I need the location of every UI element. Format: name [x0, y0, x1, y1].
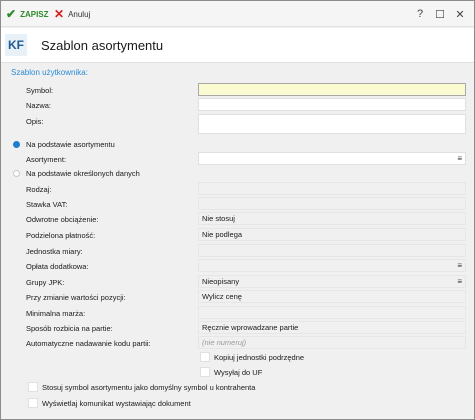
nazwa-input[interactable]	[198, 98, 466, 111]
opis-label: Opis:	[26, 117, 44, 126]
odwrotne-label: Odwrotne obciążenie:	[26, 215, 99, 224]
marza-field[interactable]	[198, 306, 466, 319]
list-icon[interactable]: ≡	[457, 260, 462, 271]
x-icon: ✕	[54, 7, 65, 21]
jednostka-label: Jednostka miary:	[26, 247, 83, 256]
jednostka-field[interactable]	[198, 244, 466, 257]
kod-partii-placeholder: (nie numeruj)	[202, 338, 247, 347]
save-button[interactable]: ✔ ZAPISZ	[6, 7, 49, 21]
stawka-vat-field[interactable]	[198, 197, 466, 210]
save-button-label: ZAPISZ	[20, 9, 49, 19]
kod-partii-label: Automatyczne nadawanie kodu partii:	[26, 339, 151, 348]
maximize-icon[interactable]: ☐	[433, 7, 447, 21]
marza-label: Minimalna marża:	[26, 309, 86, 318]
form-content: Szablon użytkownika: Symbol: Nazwa: Opis…	[1, 63, 474, 420]
wysylaj-label: Wysyłaj do UF	[214, 368, 263, 377]
grupy-jpk-label: Grupy JPK:	[26, 278, 65, 287]
cancel-button-label: Anuluj	[68, 9, 91, 19]
toolbar: ✔ ZAPISZ ✕ Anuluj ? ☐ ✕	[1, 1, 474, 27]
grupy-jpk-value: Nieopisany	[202, 277, 240, 286]
list-icon[interactable]: ≡	[457, 153, 462, 164]
check-icon: ✔	[6, 7, 17, 21]
radio-asortyment-label: Na podstawie asortymentu	[26, 140, 115, 149]
asortyment-label: Asortyment:	[26, 155, 67, 164]
radio-asortyment[interactable]	[13, 141, 20, 148]
rozbicie-field[interactable]: Ręcznie wprowadzane partie	[198, 321, 466, 334]
wysylaj-checkbox[interactable]	[200, 367, 210, 377]
oplata-field[interactable]: ≡	[198, 259, 466, 272]
dialog-window: ✔ ZAPISZ ✕ Anuluj ? ☐ ✕ KF Szablon asort…	[0, 0, 475, 420]
stawka-vat-label: Stawka VAT:	[26, 200, 68, 209]
odwrotne-field[interactable]: Nie stosuj	[198, 212, 466, 225]
page-title: Szablon asortymentu	[41, 38, 164, 53]
kopiuj-label: Kopiuj jednostki podrzędne	[214, 353, 305, 362]
zmiana-field[interactable]: Wylicz cenę	[198, 290, 466, 303]
stosuj-label: Stosuj symbol asortymentu jako domyślny …	[42, 383, 256, 392]
radio-dane[interactable]	[13, 170, 20, 177]
oplata-label: Opłata dodatkowa:	[26, 262, 89, 271]
symbol-input[interactable]	[198, 83, 466, 96]
stosuj-checkbox[interactable]	[28, 382, 38, 392]
rozbicie-label: Sposób rozbicia na partie:	[26, 324, 113, 333]
wyswietlaj-label: Wyświetlaj komunikat wystawiając dokumen…	[42, 399, 191, 408]
podzielona-label: Podzielona płatność:	[26, 231, 96, 240]
close-icon[interactable]: ✕	[453, 7, 467, 21]
rodzaj-label: Rodzaj:	[26, 185, 52, 194]
cancel-button[interactable]: ✕ Anuluj	[54, 7, 90, 21]
rodzaj-field[interactable]	[198, 182, 466, 195]
app-logo: KF	[5, 34, 27, 56]
section-title: Szablon użytkownika:	[11, 68, 88, 77]
podzielona-field[interactable]: Nie podlega	[198, 228, 466, 241]
asortyment-select[interactable]: ≡	[198, 152, 466, 165]
help-icon[interactable]: ?	[413, 7, 427, 21]
wyswietlaj-checkbox[interactable]	[28, 398, 38, 408]
kopiuj-checkbox[interactable]	[200, 352, 210, 362]
list-icon[interactable]: ≡	[457, 276, 462, 287]
opis-input[interactable]	[198, 114, 466, 134]
symbol-label: Symbol:	[26, 86, 54, 95]
radio-dane-label: Na podstawie określonych danych	[26, 169, 140, 178]
grupy-jpk-field[interactable]: Nieopisany ≡	[198, 275, 466, 288]
kod-partii-field[interactable]: (nie numeruj)	[198, 336, 466, 349]
nazwa-label: Nazwa:	[26, 101, 52, 110]
zmiana-label: Przy zmianie wartości pozycji:	[26, 293, 126, 302]
form-header: KF Szablon asortymentu	[1, 28, 474, 63]
